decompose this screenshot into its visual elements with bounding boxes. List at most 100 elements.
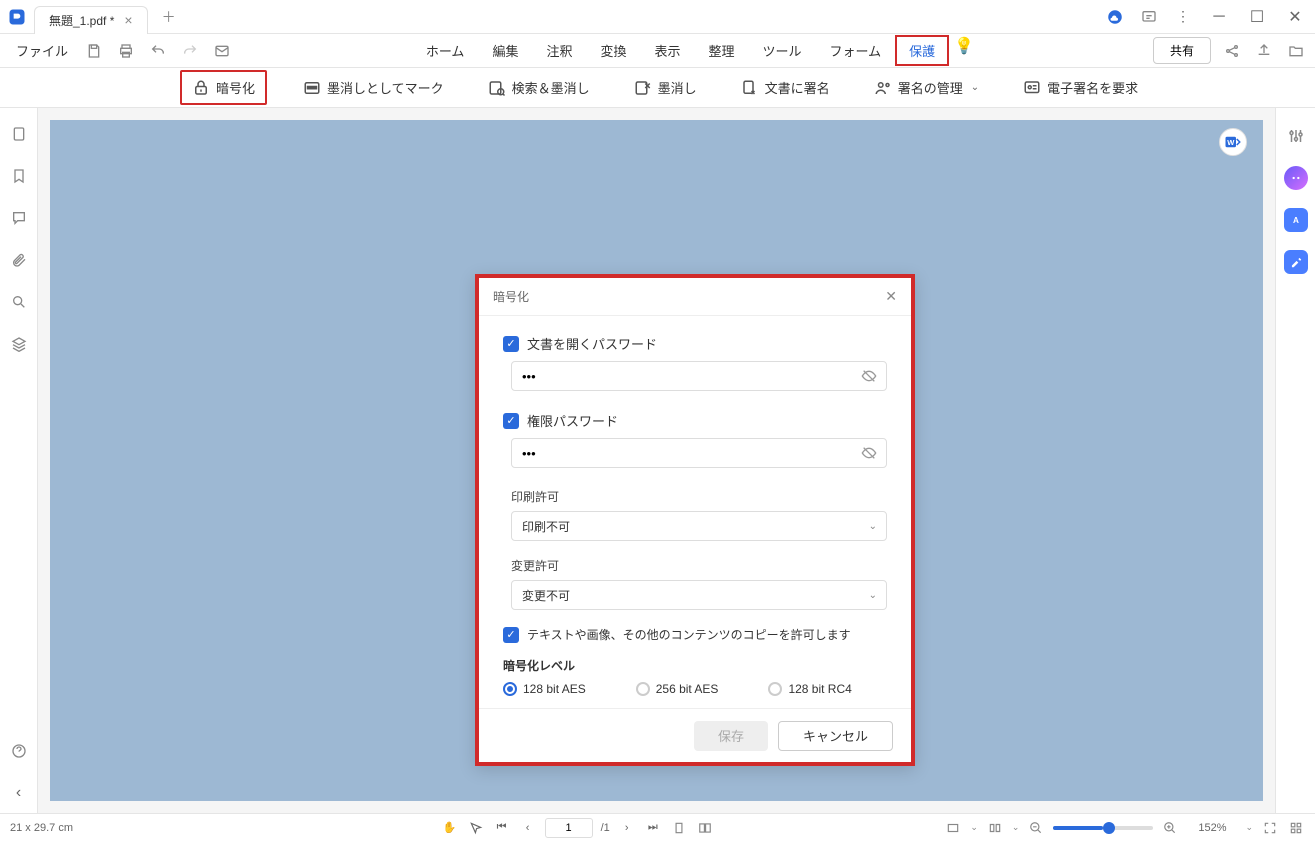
print-icon[interactable]	[114, 39, 138, 63]
chevron-down-icon: ⌄	[971, 82, 979, 93]
share-button[interactable]: 共有	[1153, 37, 1211, 64]
search-icon[interactable]	[9, 292, 29, 312]
encryption-level-label: 暗号化レベル	[503, 657, 887, 674]
left-sidebar: ‹	[0, 108, 38, 813]
request-esign-label: 電子署名を要求	[1047, 78, 1138, 97]
enc-256aes-radio[interactable]: 256 bit AES	[636, 682, 719, 696]
apply-redact-button[interactable]: 墨消し	[626, 74, 705, 101]
first-page-icon[interactable]: ⏮	[493, 819, 511, 837]
svg-text:W: W	[1227, 138, 1235, 147]
thumbnails-view-icon[interactable]	[1287, 819, 1305, 837]
menubar: ファイル ホーム 編集 注釈 変換 表示 整理 ツール フォーム 保護 💡 共有	[0, 34, 1315, 68]
permission-password-input[interactable]	[511, 438, 887, 468]
zoom-out-icon[interactable]	[1027, 819, 1045, 837]
more-icon[interactable]: ⋮	[1169, 3, 1197, 31]
close-window-button[interactable]: ✕	[1279, 3, 1311, 31]
chevron-down-icon: ⌄	[869, 590, 877, 601]
attachments-icon[interactable]	[9, 250, 29, 270]
two-page-icon[interactable]	[696, 819, 714, 837]
chevron-down-icon[interactable]: ⌄	[970, 822, 978, 833]
lightbulb-icon[interactable]: 💡	[953, 35, 975, 57]
manage-sig-button[interactable]: 署名の管理 ⌄	[866, 74, 987, 101]
single-page-icon[interactable]	[670, 819, 688, 837]
cloud-icon[interactable]	[1101, 3, 1129, 31]
select-tool-icon[interactable]	[467, 819, 485, 837]
mark-redact-label: 墨消しとしてマーク	[327, 78, 444, 97]
eye-icon[interactable]	[861, 368, 877, 384]
redo-icon[interactable]	[178, 39, 202, 63]
page-number-input[interactable]	[545, 818, 593, 838]
upload-icon[interactable]	[1253, 40, 1275, 62]
search-redact-button[interactable]: 検索＆墨消し	[480, 74, 598, 101]
tab-protect[interactable]: 保護	[895, 35, 949, 66]
apply-redact-label: 墨消し	[658, 78, 697, 97]
allow-copy-checkbox[interactable]: ✓	[503, 627, 519, 643]
fullscreen-icon[interactable]	[1261, 819, 1279, 837]
tab-tools[interactable]: ツール	[749, 35, 816, 66]
convert-word-badge[interactable]: W	[1219, 128, 1247, 156]
enc-128aes-radio[interactable]: 128 bit AES	[503, 682, 586, 696]
tab-organize[interactable]: 整理	[695, 35, 749, 66]
main-area: ‹ W 暗号化 ✕ ✓ 文書を開くパスワード ✓	[0, 108, 1315, 813]
save-icon[interactable]	[82, 39, 106, 63]
fill-sign-icon[interactable]	[1284, 250, 1308, 274]
folder-icon[interactable]	[1285, 40, 1307, 62]
save-button[interactable]: 保存	[694, 721, 768, 751]
document-tab[interactable]: 無題_1.pdf * ×	[34, 6, 148, 34]
prev-page-icon[interactable]: ‹	[519, 819, 537, 837]
last-page-icon[interactable]: ⏭	[644, 819, 662, 837]
tab-home[interactable]: ホーム	[412, 35, 479, 66]
print-permission-select[interactable]: 印刷不可	[511, 511, 887, 541]
open-password-input[interactable]	[511, 361, 887, 391]
close-tab-icon[interactable]: ×	[124, 12, 132, 28]
mail-icon[interactable]	[210, 39, 234, 63]
settings-icon[interactable]	[1284, 124, 1308, 148]
fit-width-icon[interactable]	[944, 819, 962, 837]
chat-icon[interactable]	[1135, 3, 1163, 31]
encrypt-button[interactable]: 暗号化	[180, 70, 267, 105]
zoom-in-icon[interactable]	[1161, 819, 1179, 837]
share-link-icon[interactable]	[1221, 40, 1243, 62]
add-tab-button[interactable]: ＋	[156, 4, 182, 30]
tab-view[interactable]: 表示	[640, 35, 694, 66]
file-menu[interactable]: ファイル	[8, 37, 76, 64]
next-page-icon[interactable]: ›	[618, 819, 636, 837]
translate-icon[interactable]: A	[1284, 208, 1308, 232]
search-redact-label: 検索＆墨消し	[512, 78, 590, 97]
help-icon[interactable]	[9, 741, 29, 761]
read-mode-icon[interactable]	[986, 819, 1004, 837]
collapse-sidebar-icon[interactable]: ‹	[9, 783, 29, 803]
encrypt-label: 暗号化	[216, 78, 255, 97]
thumbnails-icon[interactable]	[9, 124, 29, 144]
mark-redact-button[interactable]: 墨消しとしてマーク	[295, 74, 452, 101]
dialog-close-button[interactable]: ✕	[885, 288, 897, 305]
permission-password-checkbox[interactable]: ✓	[503, 413, 519, 429]
enc-128rc4-radio[interactable]: 128 bit RC4	[768, 682, 851, 696]
bookmarks-icon[interactable]	[9, 166, 29, 186]
change-permission-select[interactable]: 変更不可	[511, 580, 887, 610]
tab-edit[interactable]: 編集	[478, 35, 532, 66]
layers-icon[interactable]	[9, 334, 29, 354]
tab-comment[interactable]: 注釈	[532, 35, 586, 66]
canvas-area: W 暗号化 ✕ ✓ 文書を開くパスワード ✓ 権限パスワード	[38, 108, 1275, 813]
request-esign-button[interactable]: 電子署名を要求	[1015, 74, 1146, 101]
maximize-button[interactable]: ☐	[1241, 3, 1273, 31]
change-permission-label: 変更許可	[511, 557, 887, 574]
menu-tabs: ホーム 編集 注釈 変換 表示 整理 ツール フォーム 保護 💡	[234, 35, 1153, 66]
eye-icon[interactable]	[861, 445, 877, 461]
sign-doc-button[interactable]: 文書に署名	[733, 74, 838, 101]
minimize-button[interactable]: ─	[1203, 3, 1235, 31]
hand-tool-icon[interactable]: ✋	[441, 819, 459, 837]
undo-icon[interactable]	[146, 39, 170, 63]
ai-assistant-icon[interactable]	[1284, 166, 1308, 190]
redact-mark-icon	[303, 79, 321, 97]
chevron-down-icon[interactable]: ⌄	[1245, 822, 1253, 833]
chevron-down-icon[interactable]: ⌄	[1012, 822, 1020, 833]
open-password-checkbox[interactable]: ✓	[503, 336, 519, 352]
tab-form[interactable]: フォーム	[816, 35, 896, 66]
cancel-button[interactable]: キャンセル	[778, 721, 893, 751]
tab-convert[interactable]: 変換	[586, 35, 640, 66]
dialog-title: 暗号化	[493, 288, 885, 305]
comments-icon[interactable]	[9, 208, 29, 228]
zoom-slider[interactable]	[1053, 826, 1153, 830]
